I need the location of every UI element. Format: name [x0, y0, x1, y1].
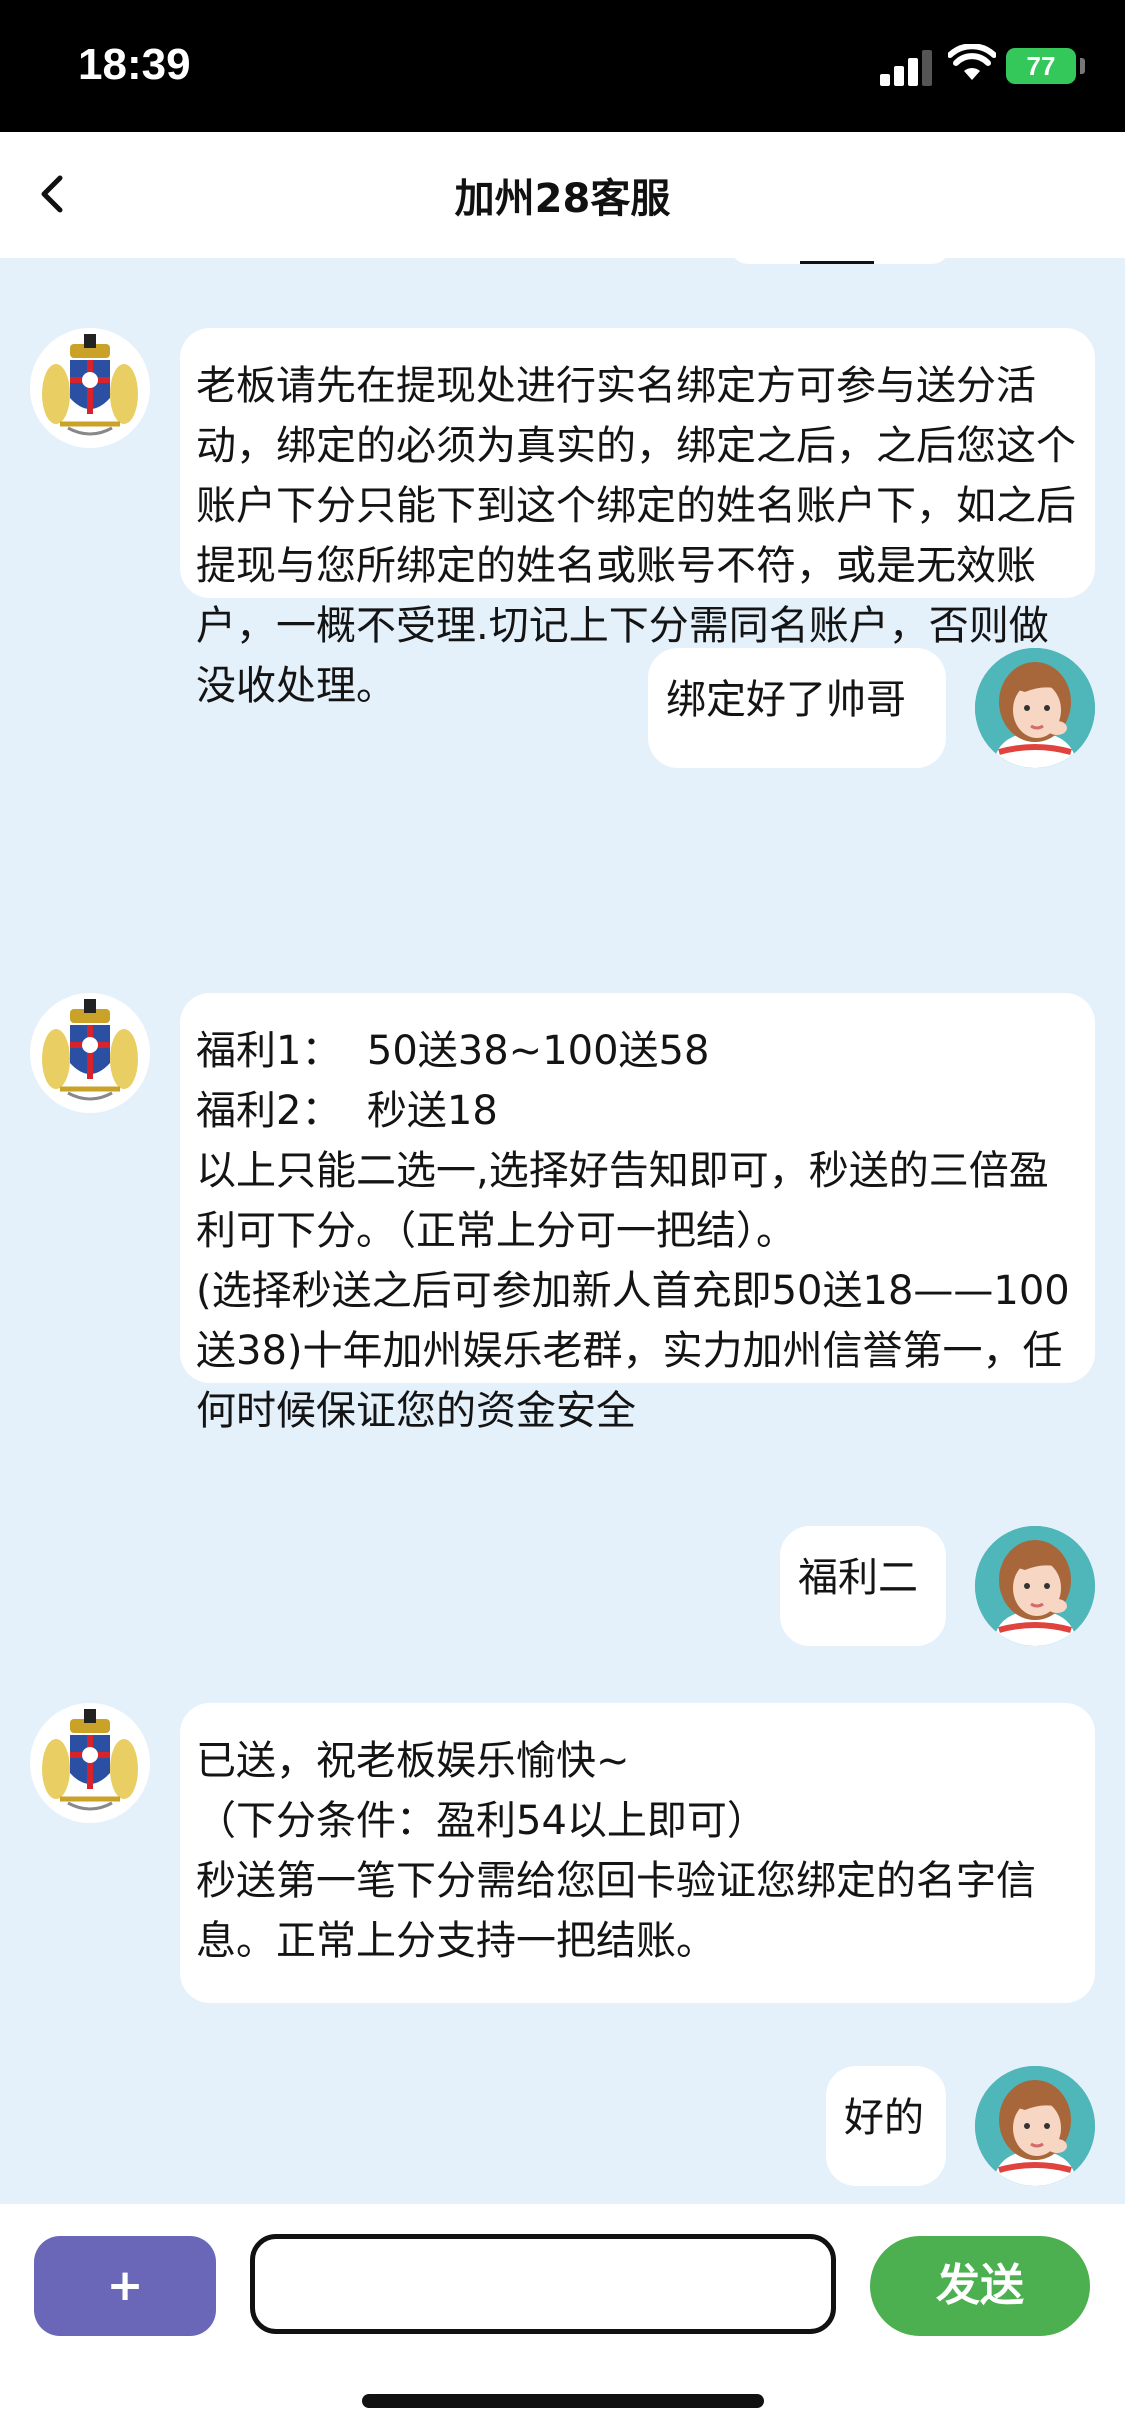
- status-bar: 18:39 77: [0, 0, 1125, 132]
- send-button[interactable]: 发送: [870, 2236, 1090, 2336]
- user-photo-icon: [975, 2066, 1095, 2186]
- message-bubble-bot: 已送，祝老板娱乐愉快~ （下分条件：盈利54以上即可） 秒送第一笔下分需给您回卡…: [180, 1703, 1095, 2003]
- customer-service-avatar[interactable]: [30, 993, 150, 1113]
- user-avatar[interactable]: [975, 1526, 1095, 1646]
- customer-service-avatar[interactable]: [30, 328, 150, 448]
- battery-cap: [1080, 58, 1085, 74]
- cellular-signal-icon: [880, 46, 934, 86]
- user-avatar[interactable]: [975, 2066, 1095, 2186]
- home-indicator: [362, 2394, 764, 2408]
- user-avatar[interactable]: [975, 648, 1095, 768]
- customer-service-avatar[interactable]: [30, 1703, 150, 1823]
- message-bubble-user: 绑定好了帅哥: [648, 648, 946, 768]
- message-bubble-bot: 老板请先在提现处进行实名绑定方可参与送分活动，绑定的必须为真实的，绑定之后，之后…: [180, 328, 1095, 709]
- partial-message-line: [800, 261, 874, 264]
- message-bubble-user: 福利二: [780, 1526, 946, 1646]
- message-input[interactable]: [250, 2234, 836, 2334]
- coat-of-arms-icon: [30, 1703, 150, 1823]
- battery-icon: 77: [1006, 48, 1076, 84]
- plus-button[interactable]: +: [34, 2236, 216, 2336]
- message-bubble-bot: 福利1： 50送38~100送58 福利2： 秒送18 以上只能二选一,选择好告…: [180, 993, 1095, 1434]
- battery-level: 77: [1026, 51, 1056, 81]
- chat-title: 加州28客服: [454, 176, 671, 222]
- message-bubble-user: 好的: [826, 2066, 946, 2186]
- wifi-icon: [948, 44, 996, 80]
- nav-bar: 加州28客服: [0, 132, 1125, 258]
- user-photo-icon: [975, 648, 1095, 768]
- coat-of-arms-icon: [30, 993, 150, 1113]
- status-time: 18:39: [78, 40, 191, 89]
- coat-of-arms-icon: [30, 328, 150, 448]
- chat-area[interactable]: 老板请先在提现处进行实名绑定方可参与送分活动，绑定的必须为真实的，绑定之后，之后…: [0, 258, 1125, 2204]
- user-photo-icon: [975, 1526, 1095, 1646]
